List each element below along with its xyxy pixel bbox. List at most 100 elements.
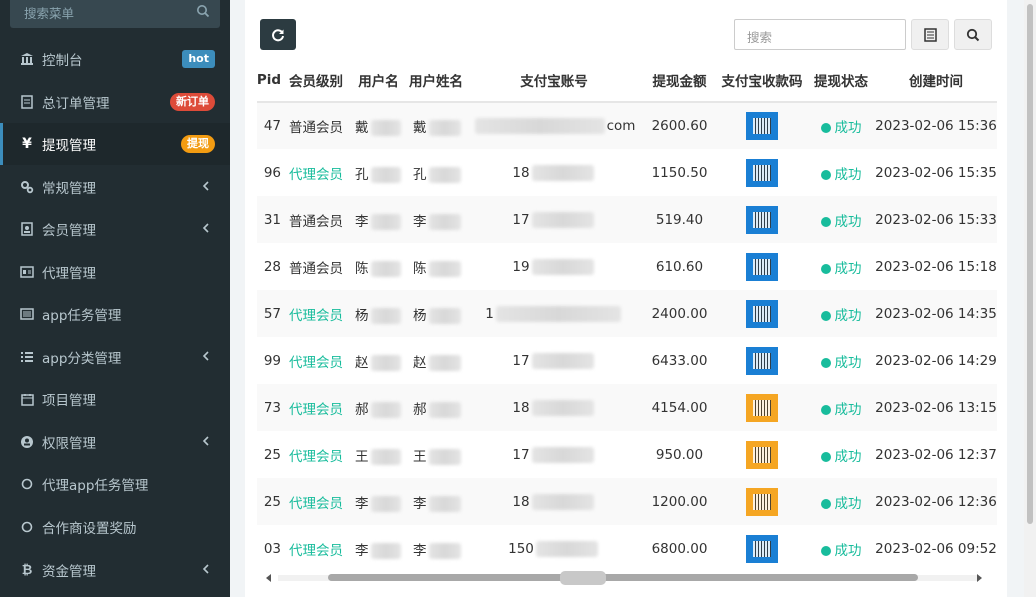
calendar-icon [20, 392, 34, 406]
cell-qr[interactable] [717, 102, 807, 149]
table-row[interactable]: 25 代理会员王王 17 950.00 成功 2023-02-06 12:37 [257, 431, 997, 478]
cell-alipay-account: 17 [466, 431, 642, 478]
refresh-button[interactable] [260, 19, 296, 50]
cell-amount: 2600.60 [642, 102, 717, 149]
col-header-realname[interactable]: 用户姓名 [406, 58, 466, 103]
sidebar-item-label: 代理管理 [42, 266, 96, 282]
cell-username: 戴 [351, 102, 406, 149]
sidebar-item-partner-rewards[interactable]: 合作商设置奖励 [0, 506, 230, 548]
cell-level: 代理会员 [289, 542, 343, 559]
cell-alipay-account: 18 [466, 384, 642, 431]
qr-code-thumbnail[interactable] [746, 346, 778, 375]
col-header-username[interactable]: 用户名 [351, 58, 406, 103]
scroll-thumb[interactable] [328, 574, 918, 581]
cell-created-time: 2023-02-06 13:15 [875, 384, 997, 431]
status-dot-icon [820, 451, 831, 462]
cell-qr[interactable] [717, 431, 807, 478]
cell-qr[interactable] [717, 243, 807, 290]
columns-toggle-button[interactable] [911, 19, 949, 50]
sidebar-item-orders[interactable]: 总订单管理 新订单 [0, 81, 230, 123]
table-row[interactable]: 57 代理会员杨杨 1 2400.00 成功 2023-02-06 14:35 [257, 290, 997, 337]
cell-amount: 519.40 [642, 196, 717, 243]
sidebar-item-dashboard[interactable]: 控制台 hot [0, 38, 230, 80]
table-row[interactable]: 47 普通会员戴戴 com 2600.60 成功 2023-02-06 15:36 [257, 102, 997, 149]
cell-qr[interactable] [717, 384, 807, 431]
table-row[interactable]: 31 普通会员李李 17 519.40 成功 2023-02-06 15:33 [257, 196, 997, 243]
sidebar-item-label: 提现管理 [42, 138, 96, 154]
scroll-left-arrow-icon[interactable] [266, 574, 271, 582]
cell-qr[interactable] [717, 149, 807, 196]
sidebar-item-withdraw[interactable]: ¥ 提现管理 提现 [0, 123, 230, 165]
sidebar-item-general[interactable]: 常规管理 [0, 166, 230, 208]
sidebar-item-app-categories[interactable]: app分类管理 [0, 336, 230, 378]
advanced-search-button[interactable] [954, 19, 992, 50]
qr-code-thumbnail[interactable] [746, 299, 778, 328]
table-row[interactable]: 28 普通会员陈陈 19 610.60 成功 2023-02-06 15:18 [257, 243, 997, 290]
sidebar-item-members[interactable]: 会员管理 [0, 208, 230, 250]
qr-code-thumbnail[interactable] [746, 205, 778, 234]
cell-realname: 郝 [406, 384, 466, 431]
cell-qr[interactable] [717, 290, 807, 337]
qr-code-thumbnail[interactable] [746, 158, 778, 187]
cogs-icon [20, 180, 34, 194]
cell-level: 代理会员 [289, 448, 343, 465]
col-header-qr[interactable]: 支付宝收款码 [717, 58, 807, 103]
vertical-scroll-thumb[interactable] [1027, 4, 1033, 524]
chevron-left-icon [202, 564, 209, 574]
qr-code-thumbnail[interactable] [746, 393, 778, 422]
cell-qr[interactable] [717, 478, 807, 525]
chevron-left-icon [202, 351, 209, 361]
cell-created-time: 2023-02-06 15:33 [875, 196, 997, 243]
table-row[interactable]: 03 代理会员李李 150 6800.00 成功 2023-02-06 09:52 [257, 525, 997, 570]
sidebar-item-permissions[interactable]: 权限管理 [0, 421, 230, 463]
cell-alipay-account: com [466, 102, 642, 149]
menu-search-input[interactable]: 搜索菜单 [10, 0, 220, 28]
col-header-amount[interactable]: 提现金额 [642, 58, 717, 103]
table-search-input[interactable]: 搜索 [734, 19, 906, 50]
col-header-alipay-account[interactable]: 支付宝账号 [466, 58, 642, 103]
status-dot-icon [820, 404, 831, 415]
cell-alipay-account: 17 [466, 196, 642, 243]
col-header-level[interactable]: 会员级别 [281, 58, 351, 103]
sidebar-item-projects[interactable]: 项目管理 [0, 378, 230, 420]
cell-status: 成功 [807, 102, 875, 149]
cell-pid: 73 [257, 384, 281, 431]
qr-code-thumbnail[interactable] [746, 440, 778, 469]
vertical-scrollbar[interactable] [1024, 0, 1036, 597]
table-row[interactable]: 73 代理会员郝郝 18 4154.00 成功 2023-02-06 13:15 [257, 384, 997, 431]
qr-code-thumbnail[interactable] [746, 252, 778, 281]
col-header-status[interactable]: 提现状态 [807, 58, 875, 103]
cell-realname: 李 [406, 196, 466, 243]
table-row[interactable]: 99 代理会员赵赵 17 6433.00 成功 2023-02-06 14:29 [257, 337, 997, 384]
sidebar-item-label: 权限管理 [42, 436, 96, 452]
horizontal-scrollbar[interactable] [260, 570, 990, 586]
chevron-left-icon [202, 223, 209, 233]
sidebar-item-funds[interactable]: ₿ 资金管理 [0, 549, 230, 591]
table-row[interactable]: 25 代理会员李李 18 1200.00 成功 2023-02-06 12:36 [257, 478, 997, 525]
cell-level: 代理会员 [289, 166, 343, 183]
cell-amount: 950.00 [655, 446, 704, 463]
sidebar-item-agents[interactable]: 代理管理 [0, 251, 230, 293]
cell-qr[interactable] [717, 196, 807, 243]
qr-code-thumbnail[interactable] [746, 534, 778, 563]
yen-icon: ¥ [22, 136, 32, 152]
qr-code-thumbnail[interactable] [746, 487, 778, 516]
sidebar-item-agent-app-tasks[interactable]: 代理app任务管理 [0, 463, 230, 505]
table-row[interactable]: 96 代理会员孔孔 18 1150.50 成功 2023-02-06 15:35 [257, 149, 997, 196]
col-header-pid[interactable]: Pid [257, 58, 281, 103]
status-dot-icon [820, 357, 831, 368]
col-header-created[interactable]: 创建时间 [875, 58, 997, 103]
cell-status: 成功 [807, 243, 875, 290]
cell-qr[interactable] [717, 337, 807, 384]
sidebar-item-app-tasks[interactable]: app任务管理 [0, 293, 230, 335]
search-icon[interactable] [196, 4, 210, 18]
cell-pid: 96 [263, 164, 281, 181]
scroll-thumb-grip[interactable] [560, 571, 606, 585]
cell-alipay-account: 17 [466, 337, 642, 384]
sidebar-item-label: 代理app任务管理 [42, 478, 149, 494]
cell-realname: 李 [406, 478, 466, 525]
cell-qr[interactable] [717, 525, 807, 570]
cell-username: 李 [351, 525, 406, 570]
qr-code-thumbnail[interactable] [746, 112, 778, 140]
scroll-right-arrow-icon[interactable] [977, 574, 982, 582]
